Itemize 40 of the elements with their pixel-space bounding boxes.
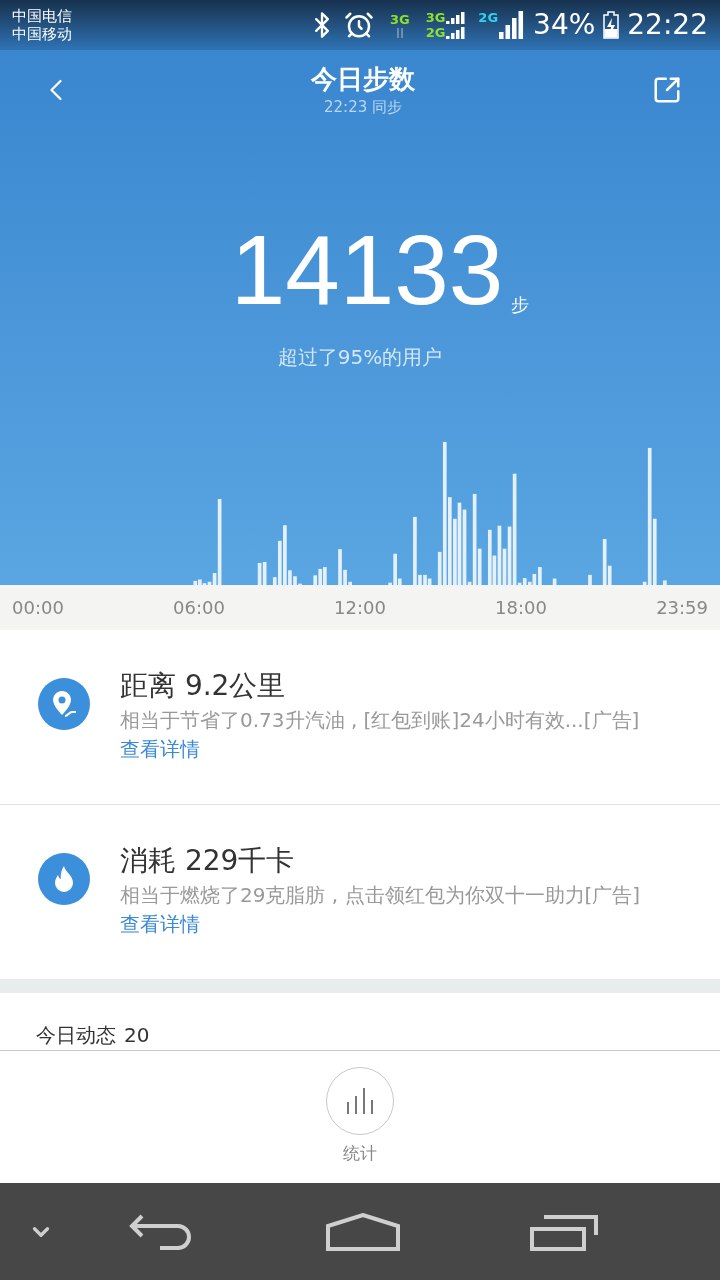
time-label: 00:00	[12, 596, 64, 620]
battery-charging-icon	[603, 11, 620, 39]
flame-icon	[38, 853, 90, 905]
bar-chart-icon	[346, 1088, 374, 1114]
network-label: 3G	[425, 11, 446, 24]
step-unit: 步	[511, 293, 530, 317]
ranking-text: 超过了95%的用户	[277, 344, 443, 371]
clock-time: 22:22	[627, 11, 708, 39]
sync-time: 22:23 同步	[324, 96, 402, 118]
time-label: 06:00	[173, 596, 225, 620]
step-count: 14133	[230, 220, 504, 320]
alarm-icon	[343, 10, 374, 40]
network-label: 2G	[425, 26, 446, 39]
page-title: 今日步数	[311, 62, 415, 96]
statistics-label: 统计	[343, 1142, 377, 1165]
battery-percent: 34%	[533, 11, 596, 39]
signal-icon	[446, 27, 467, 39]
details-link[interactable]: 查看详情	[120, 737, 200, 761]
carrier-name: 中国移动	[12, 25, 72, 43]
recent-apps-icon[interactable]	[530, 1212, 598, 1251]
network-label: 2G	[478, 11, 499, 24]
network-label: 3G	[389, 12, 410, 26]
back-arrow-icon[interactable]	[128, 1212, 194, 1251]
signal-icon	[499, 11, 526, 39]
metric-description: 相当于燃烧了29克脂肪 , 点击领红包为你双十一助力[广告] 查看详情	[120, 882, 642, 938]
share-icon[interactable]	[652, 75, 682, 105]
home-icon[interactable]	[326, 1212, 400, 1251]
time-label: 23:59	[656, 596, 708, 620]
time-label: 18:00	[495, 596, 547, 620]
activity-count: 20	[124, 1022, 150, 1048]
details-link[interactable]: 查看详情	[120, 912, 200, 936]
time-label: 12:00	[334, 596, 386, 620]
metric-description: 相当于节省了0.73升汽油 , [红包到账]24小时有效...[广告] 查看详情	[120, 707, 641, 763]
signal-icon	[446, 12, 467, 24]
carrier-name: 中国电信	[12, 7, 72, 25]
metric-title: 消耗 229千卡	[120, 843, 296, 879]
section-title: 今日动态	[36, 1022, 116, 1048]
metric-title: 距离 9.2公里	[120, 668, 287, 704]
data-arrows-icon	[394, 27, 405, 38]
location-pin-icon	[38, 678, 90, 730]
